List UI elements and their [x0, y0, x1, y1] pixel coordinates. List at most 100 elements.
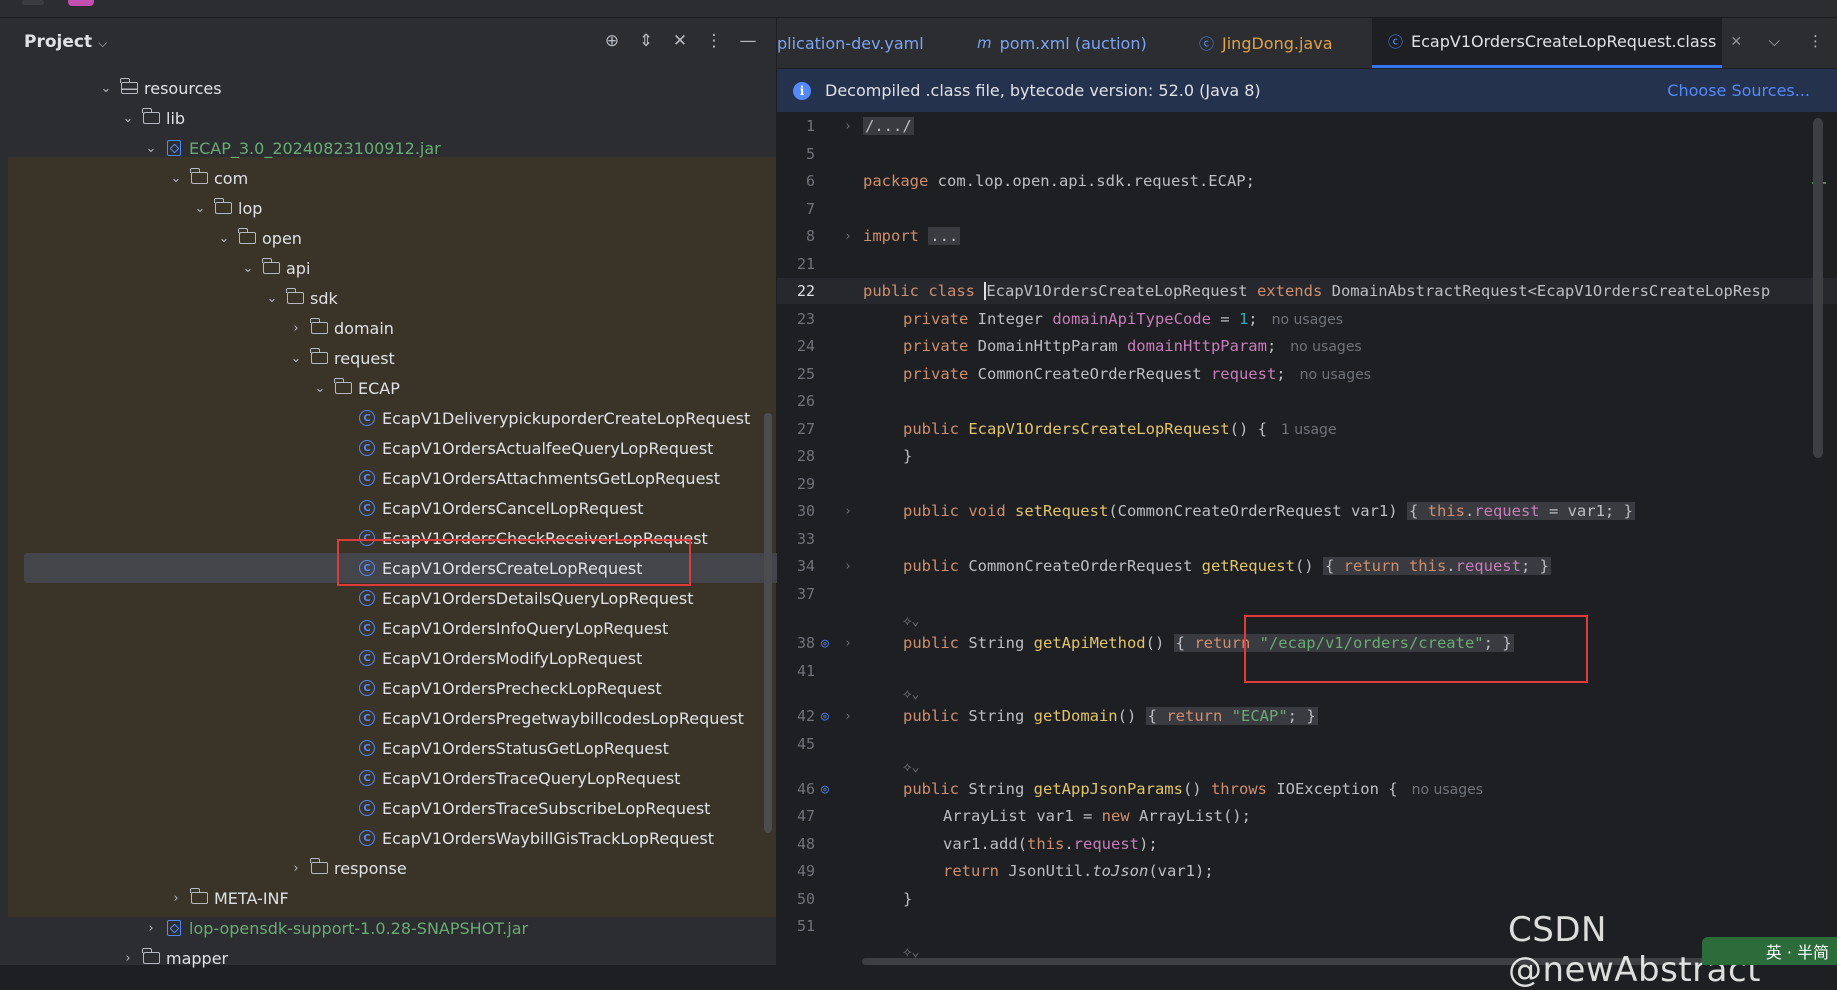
- class-icon: C: [358, 680, 376, 696]
- folder-icon: [141, 108, 160, 126]
- code-token: private: [903, 337, 978, 355]
- app-logo-icon: [68, 0, 94, 6]
- line-number: 51: [796, 917, 815, 935]
- code-token: CommonCreateOrderRequest: [977, 365, 1211, 383]
- tree-node-label: lop-opensdk-support-1.0.28-SNAPSHOT.jar: [189, 918, 529, 938]
- tree-node-support-jar[interactable]: › lop-opensdk-support-1.0.28-SNAPSHOT.ja…: [8, 913, 911, 943]
- fold-icon[interactable]: ›: [844, 636, 852, 651]
- code-token: 1: [1238, 310, 1249, 328]
- code-line: 8 › import ...: [777, 223, 1837, 249]
- override-icon[interactable]: ◎: [821, 636, 829, 651]
- code-token: String: [968, 780, 1034, 798]
- line-number: 5: [805, 145, 815, 163]
- code-line: 46 ◎ public String getAppJsonParams() th…: [777, 776, 1837, 802]
- class-icon: ⓒ: [1199, 34, 1215, 53]
- tab-jingdong-java[interactable]: ⓒ JingDong.java: [1199, 18, 1359, 68]
- folder-icon: [213, 198, 232, 216]
- choose-sources-link[interactable]: Choose Sources...: [1667, 81, 1810, 100]
- usage-hint[interactable]: no usages: [1300, 367, 1371, 383]
- line-number: 1: [805, 117, 815, 135]
- chevron-down-icon[interactable]: ⌄: [288, 351, 304, 366]
- tab-label: JingDong.java: [1222, 33, 1333, 53]
- tree-node-label: ECAP: [358, 378, 400, 398]
- code-token: ;: [1266, 337, 1277, 355]
- folded-body[interactable]: { return "ECAP"; }: [1145, 707, 1318, 725]
- chevron-right-icon[interactable]: ›: [288, 321, 304, 336]
- code-area[interactable]: 1 › /.../ 5 6 package com.lop.open.api.s…: [777, 113, 1837, 965]
- editor-scrollbar[interactable]: [1813, 118, 1823, 458]
- usage-hint[interactable]: no usages: [1412, 782, 1483, 798]
- code-token: ;: [1248, 310, 1258, 328]
- chevron-right-icon[interactable]: ›: [168, 891, 184, 906]
- line-number: 48: [796, 835, 815, 853]
- tree-node-lib[interactable]: ⌄ lib: [8, 103, 888, 133]
- chevron-right-icon[interactable]: ›: [143, 921, 159, 936]
- code-line: 29: [777, 471, 1837, 497]
- folder-icon: [189, 888, 208, 906]
- usage-hint[interactable]: 1 usage: [1281, 422, 1337, 438]
- usage-hint[interactable]: no usages: [1272, 312, 1343, 328]
- main-menu-icon[interactable]: [22, 0, 44, 5]
- ai-hint-icon[interactable]: ⟡⌄: [903, 760, 919, 775]
- line-number: 47: [796, 807, 815, 825]
- fold-icon[interactable]: ›: [844, 119, 852, 134]
- code-token: com.lop.open.api.sdk.request.ECAP;: [928, 172, 1255, 190]
- fold-icon[interactable]: ›: [844, 709, 852, 724]
- more-options-icon[interactable]: ⋮: [1808, 32, 1823, 50]
- code-token: getRequest: [1201, 557, 1295, 575]
- code-token: public: [903, 634, 969, 652]
- override-icon[interactable]: ◎: [821, 782, 829, 797]
- chevron-right-icon[interactable]: ›: [120, 951, 136, 966]
- folded-body[interactable]: { return this.request; }: [1322, 557, 1551, 575]
- code-token: }: [903, 447, 913, 465]
- code-token: domainHttpParam: [1126, 337, 1267, 355]
- locate-file-icon[interactable]: ⊕: [602, 30, 622, 52]
- folded-body[interactable]: { this.request = var1; }: [1406, 502, 1635, 520]
- collapse-all-icon[interactable]: ✕: [670, 30, 690, 52]
- project-panel-header: Project ⌵ ⊕ ⇕ ✕ ⋮ —: [0, 18, 776, 68]
- chevron-down-icon[interactable]: ⌵: [1769, 32, 1780, 50]
- expand-all-icon[interactable]: ⇕: [636, 30, 656, 52]
- tree-node-label: EcapV1OrdersActualfeeQueryLopRequest: [382, 438, 714, 458]
- tree-node-label: lib: [166, 108, 186, 128]
- tree-node-mapper[interactable]: › mapper: [8, 943, 888, 973]
- tab-ecapv1orderscreatelop-class[interactable]: ⓒ EcapV1OrdersCreateLopRequest.class ✕: [1372, 18, 1742, 68]
- ai-hint-icon[interactable]: ⟡⌄: [903, 687, 919, 702]
- options-menu-icon[interactable]: ⋮: [704, 30, 724, 52]
- fold-icon[interactable]: ›: [844, 559, 852, 574]
- project-view-selector[interactable]: Project ⌵: [24, 32, 107, 52]
- code-token: ArrayList();: [1138, 807, 1251, 825]
- project-scrollbar[interactable]: [764, 413, 772, 833]
- maven-icon: m: [977, 34, 992, 52]
- chevron-down-icon[interactable]: ⌄: [120, 111, 136, 126]
- code-token: var1.add(: [943, 835, 1027, 853]
- fold-icon[interactable]: ›: [844, 229, 852, 244]
- chevron-down-icon[interactable]: ⌄: [264, 291, 280, 306]
- chevron-down-icon[interactable]: ⌄: [240, 261, 256, 276]
- chevron-down-icon[interactable]: ⌄: [312, 381, 328, 396]
- chevron-down-icon[interactable]: ⌄: [98, 81, 114, 96]
- chevron-right-icon[interactable]: ›: [288, 861, 304, 876]
- code-token: );: [1139, 835, 1158, 853]
- code-line-current: 22 public class EcapV1OrdersCreateLopReq…: [777, 278, 1837, 304]
- tree-node-resources[interactable]: ⌄ resources: [8, 73, 866, 103]
- close-icon[interactable]: ✕: [1730, 34, 1742, 50]
- hide-panel-icon[interactable]: —: [738, 30, 758, 52]
- chevron-down-icon[interactable]: ⌄: [192, 201, 208, 216]
- tab-pom-xml[interactable]: m pom.xml (auction): [977, 18, 1147, 68]
- ai-hint-icon[interactable]: ⟡⌄: [903, 614, 919, 629]
- chevron-down-icon[interactable]: ⌄: [168, 171, 184, 186]
- fold-icon[interactable]: ›: [844, 504, 852, 519]
- chevron-down-icon[interactable]: ⌄: [216, 231, 232, 246]
- tab-application-dev-yaml[interactable]: plication-dev.yaml: [777, 18, 957, 68]
- code-line: 49 return JsonUtil.toJson(var1);: [777, 858, 1837, 884]
- override-icon[interactable]: ◎: [821, 709, 829, 724]
- tree-node-label: sdk: [310, 288, 338, 308]
- code-token: getApiMethod: [1033, 634, 1146, 652]
- class-icon: C: [358, 410, 376, 426]
- class-icon: C: [358, 440, 376, 456]
- tree-node-ecap-jar[interactable]: ⌄ ECAP_3.0_20240823100912.jar: [8, 133, 911, 163]
- chevron-down-icon[interactable]: ⌄: [143, 141, 159, 156]
- folder-icon: [141, 948, 160, 966]
- usage-hint[interactable]: no usages: [1290, 339, 1361, 355]
